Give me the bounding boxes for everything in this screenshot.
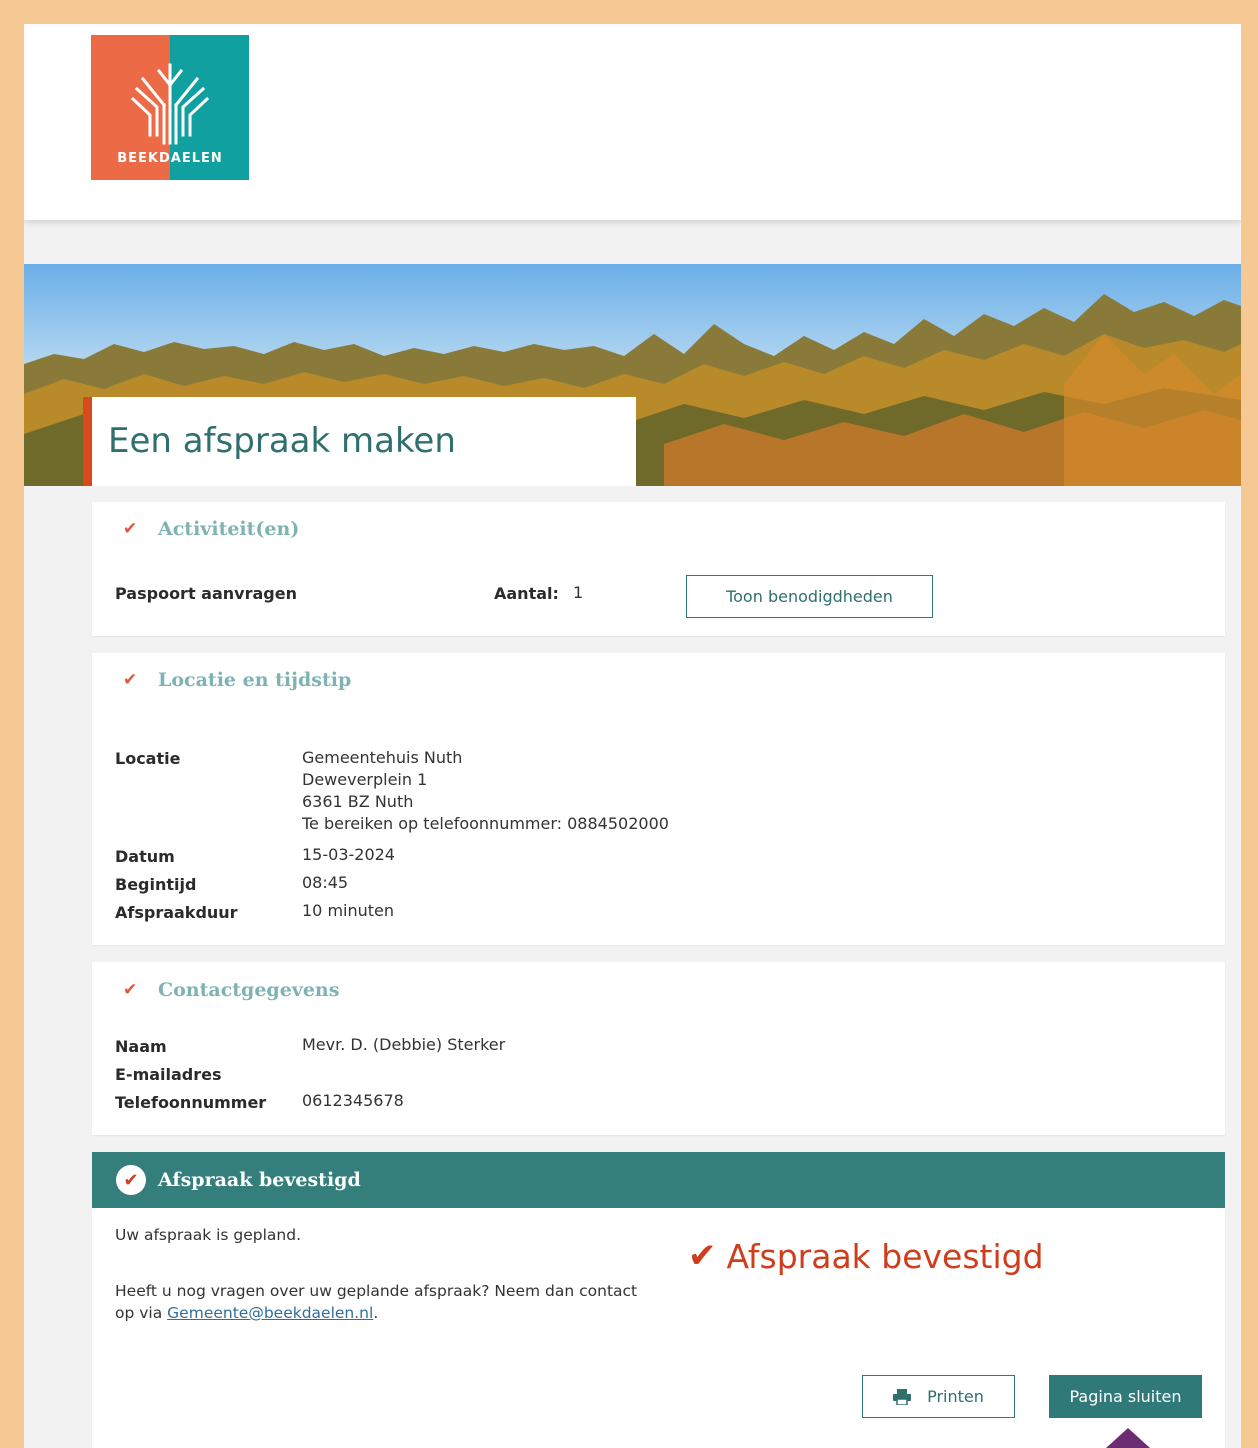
count-label: Aantal: bbox=[494, 584, 559, 603]
question-text-prefix: op via bbox=[115, 1304, 163, 1322]
planned-text: Uw afspraak is gepland. bbox=[115, 1226, 302, 1244]
page-frame: BEEKDAELEN Een afspraak maken ✔ Activite… bbox=[24, 24, 1241, 1448]
phone-label: Telefoonnummer bbox=[115, 1093, 267, 1112]
cursor-pointer-icon bbox=[1106, 1428, 1150, 1448]
name-label: Naam bbox=[115, 1037, 167, 1056]
location-address-line: 6361 BZ Nuth bbox=[302, 792, 414, 811]
printer-icon bbox=[893, 1388, 912, 1405]
location-address-line: Deweverplein 1 bbox=[302, 770, 428, 789]
date-label: Datum bbox=[115, 847, 175, 866]
page-title-card: Een afspraak maken bbox=[83, 397, 636, 486]
confirmation-panel: Uw afspraak is gepland. Heeft u nog vrag… bbox=[92, 1208, 1225, 1448]
check-icon: ✔ bbox=[688, 1236, 717, 1276]
contact-header: ✔ Contactgegevens bbox=[123, 979, 339, 1001]
check-icon: ✔ bbox=[123, 519, 138, 539]
duration-label: Afspraakduur bbox=[115, 903, 238, 922]
show-requirements-button[interactable]: Toon benodigdheden bbox=[686, 575, 933, 618]
site-header: BEEKDAELEN bbox=[24, 24, 1241, 220]
phone-value: 0612345678 bbox=[302, 1091, 404, 1110]
question-text: Heeft u nog vragen over uw geplande afsp… bbox=[115, 1282, 638, 1300]
location-heading: Locatie en tijdstip bbox=[158, 669, 352, 691]
confirmation-bar: ✔ Afspraak bevestigd bbox=[92, 1152, 1225, 1208]
question-text-period: . bbox=[373, 1304, 379, 1322]
contact-heading: Contactgegevens bbox=[158, 979, 340, 1001]
start-time-label: Begintijd bbox=[115, 875, 197, 894]
contact-panel: ✔ Contactgegevens Naam Mevr. D. (Debbie)… bbox=[92, 962, 1225, 1135]
big-confirmation-text: Afspraak bevestigd bbox=[726, 1236, 1044, 1276]
big-confirmation: ✔ Afspraak bevestigd bbox=[688, 1236, 1044, 1276]
count-value: 1 bbox=[573, 583, 584, 602]
location-panel: ✔ Locatie en tijdstip Locatie Gemeentehu… bbox=[92, 653, 1225, 945]
email-label: E-mailadres bbox=[115, 1065, 222, 1084]
activities-panel: ✔ Activiteit(en) Paspoort aanvragen Aant… bbox=[92, 502, 1225, 636]
name-value: Mevr. D. (Debbie) Sterker bbox=[302, 1035, 506, 1054]
date-value: 15-03-2024 bbox=[302, 845, 395, 864]
check-icon: ✔ bbox=[123, 980, 138, 1000]
page-title: Een afspraak maken bbox=[108, 421, 456, 461]
beekdaelen-logo[interactable]: BEEKDAELEN bbox=[91, 35, 249, 180]
confirmation-bar-title: Afspraak bevestigd bbox=[158, 1169, 361, 1191]
check-icon: ✔ bbox=[123, 670, 138, 690]
duration-value: 10 minuten bbox=[302, 901, 395, 920]
location-header: ✔ Locatie en tijdstip bbox=[123, 669, 351, 691]
print-button[interactable]: Printen bbox=[862, 1375, 1015, 1418]
email-link[interactable]: Gemeente@beekdaelen.nl bbox=[167, 1304, 373, 1322]
activities-header: ✔ Activiteit(en) bbox=[123, 518, 299, 540]
print-button-label: Printen bbox=[927, 1387, 984, 1406]
location-label: Locatie bbox=[115, 749, 181, 768]
location-address-line: Gemeentehuis Nuth bbox=[302, 748, 463, 767]
close-page-button[interactable]: Pagina sluiten bbox=[1049, 1375, 1202, 1418]
logo-wordmark: BEEKDAELEN bbox=[117, 151, 223, 166]
question-text-contact: op via Gemeente@beekdaelen.nl. bbox=[115, 1302, 378, 1324]
activities-heading: Activiteit(en) bbox=[158, 518, 300, 540]
start-time-value: 08:45 bbox=[302, 873, 349, 892]
activity-name: Paspoort aanvragen bbox=[115, 584, 297, 603]
location-phone-line: Te bereiken op telefoonnummer: 088450200… bbox=[302, 814, 669, 833]
check-circle-icon: ✔ bbox=[116, 1165, 146, 1195]
